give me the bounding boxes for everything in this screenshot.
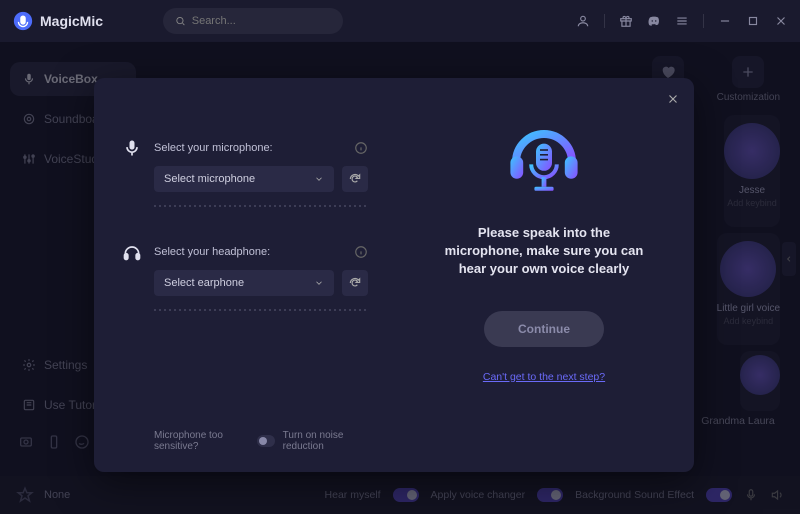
chevron-down-icon — [314, 174, 324, 184]
headphone-label: Select your headphone: — [154, 246, 344, 258]
headphone-select-value: Select earphone — [164, 277, 244, 289]
info-icon[interactable] — [354, 245, 368, 259]
mic-label: Select your microphone: — [154, 142, 344, 154]
help-link[interactable]: Can't get to the next step? — [483, 371, 605, 383]
headphone-refresh-button[interactable] — [342, 270, 368, 296]
user-icon[interactable] — [576, 14, 590, 28]
titlebar: MagicMic — [0, 0, 800, 42]
refresh-icon — [348, 172, 362, 186]
separator — [703, 14, 704, 28]
menu-icon[interactable] — [675, 14, 689, 28]
search-box[interactable] — [163, 8, 343, 34]
headphone-select[interactable]: Select earphone — [154, 270, 334, 296]
refresh-icon — [348, 276, 362, 290]
info-icon[interactable] — [354, 141, 368, 155]
modal-left-panel: Select your microphone: Select microphon… — [94, 78, 394, 472]
device-setup-modal: Select your microphone: Select microphon… — [94, 78, 694, 472]
modal-overlay: Select your microphone: Select microphon… — [0, 42, 800, 514]
minimize-icon[interactable] — [718, 14, 732, 28]
continue-button[interactable]: Continue — [484, 311, 604, 347]
headphone-level-meter — [154, 304, 368, 316]
app-name: MagicMic — [40, 13, 103, 29]
app-logo: MagicMic — [12, 10, 103, 32]
mic-select-value: Select microphone — [164, 173, 255, 185]
headphone-icon — [122, 242, 142, 262]
close-icon[interactable] — [774, 14, 788, 28]
search-input[interactable] — [192, 15, 331, 27]
search-icon — [175, 15, 186, 27]
modal-right-panel: Please speak into the microphone, make s… — [394, 78, 694, 472]
mic-select[interactable]: Select microphone — [154, 166, 334, 192]
sensitive-question: Microphone too sensitive? — [154, 430, 249, 452]
headset-mic-hero-icon — [494, 118, 594, 198]
mic-level-meter — [154, 200, 368, 212]
noise-reduction-toggle[interactable] — [257, 435, 275, 447]
close-icon[interactable] — [666, 92, 680, 106]
separator — [604, 14, 605, 28]
microphone-icon — [122, 138, 142, 158]
modal-instruction-text: Please speak into the microphone, make s… — [444, 224, 644, 279]
maximize-icon[interactable] — [746, 14, 760, 28]
discord-icon[interactable] — [647, 14, 661, 28]
app-logo-icon — [12, 10, 34, 32]
noise-reduction-label: Turn on noise reduction — [283, 430, 368, 452]
gift-icon[interactable] — [619, 14, 633, 28]
chevron-down-icon — [314, 278, 324, 288]
mic-refresh-button[interactable] — [342, 166, 368, 192]
